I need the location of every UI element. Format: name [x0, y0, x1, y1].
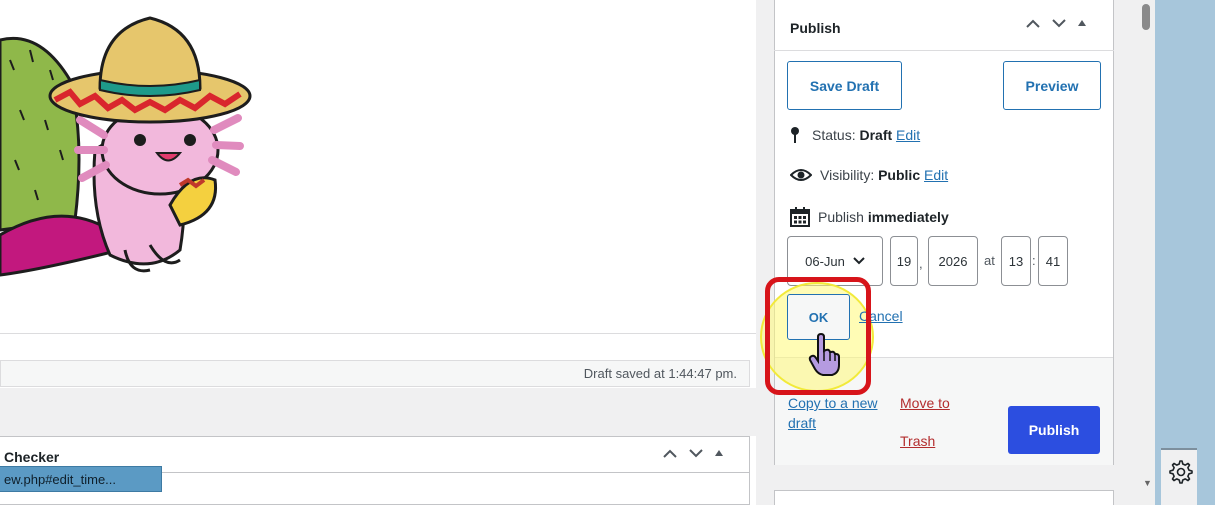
visibility-value: Public	[878, 167, 921, 183]
move-to-trash-link[interactable]: Move to Trash	[900, 384, 970, 460]
edit-status-link[interactable]: Edit	[896, 127, 920, 143]
side-panel-strip	[1155, 0, 1215, 505]
calendar-icon	[790, 207, 810, 227]
chevron-up-icon[interactable]	[1025, 18, 1041, 28]
status-label: Status:	[812, 127, 856, 143]
publish-button[interactable]: Publish	[1008, 406, 1100, 454]
date-comma: ,	[919, 256, 923, 271]
axolotl-illustration	[0, 16, 252, 277]
eye-icon	[790, 169, 812, 181]
publish-schedule-row: Publish immediately	[790, 207, 949, 227]
hour-input[interactable]: 13	[1001, 236, 1031, 286]
checker-title: Checker	[4, 449, 60, 465]
year-input[interactable]: 2026	[928, 236, 978, 286]
status-url-tooltip: ew.php#edit_time...	[0, 466, 162, 492]
pin-icon	[791, 127, 799, 143]
editor-status-bar: Draft saved at 1:44:47 pm.	[0, 360, 750, 387]
toggle-triangle-icon[interactable]	[714, 448, 724, 458]
editor-gap	[0, 388, 756, 436]
next-metabox	[774, 490, 1114, 505]
publish-title: Publish	[790, 20, 841, 36]
checker-box-controls	[662, 448, 724, 458]
draft-saved-text: Draft saved at 1:44:47 pm.	[583, 366, 737, 381]
publish-box-controls	[1025, 18, 1087, 28]
scrollbar-thumb[interactable]	[1142, 4, 1150, 30]
chevron-down-icon[interactable]	[688, 448, 704, 458]
visibility-label: Visibility:	[820, 167, 875, 183]
copy-to-new-draft-link[interactable]: Copy to a new draft	[788, 393, 898, 433]
toggle-triangle-icon[interactable]	[1077, 18, 1087, 28]
visibility-row: Visibility: Public Edit	[790, 167, 948, 183]
edit-visibility-link[interactable]: Edit	[924, 167, 948, 183]
minute-input[interactable]: 41	[1038, 236, 1068, 286]
scroll-down-arrow-icon[interactable]: ▼	[1143, 478, 1152, 488]
preview-button[interactable]: Preview	[1003, 61, 1101, 110]
publish-header-divider	[774, 50, 1114, 51]
month-value: 06-Jun	[805, 253, 845, 269]
vertical-scrollbar[interactable]	[1140, 0, 1155, 505]
time-colon: :	[1032, 253, 1036, 268]
day-input[interactable]: 19	[890, 236, 918, 286]
hand-pointer-icon	[808, 333, 842, 377]
post-status-row: Status: Draft Edit	[790, 126, 920, 144]
save-draft-button[interactable]: Save Draft	[787, 61, 902, 110]
date-at: at	[984, 253, 995, 268]
publish-when-label: Publish	[818, 209, 864, 225]
chevron-down-icon[interactable]	[1051, 18, 1067, 28]
chevron-up-icon[interactable]	[662, 448, 678, 458]
publish-when-value: immediately	[867, 209, 949, 225]
status-value: Draft	[859, 127, 893, 143]
chevron-down-icon	[853, 257, 865, 265]
gear-icon[interactable]	[1167, 458, 1193, 484]
featured-image	[0, 0, 756, 334]
